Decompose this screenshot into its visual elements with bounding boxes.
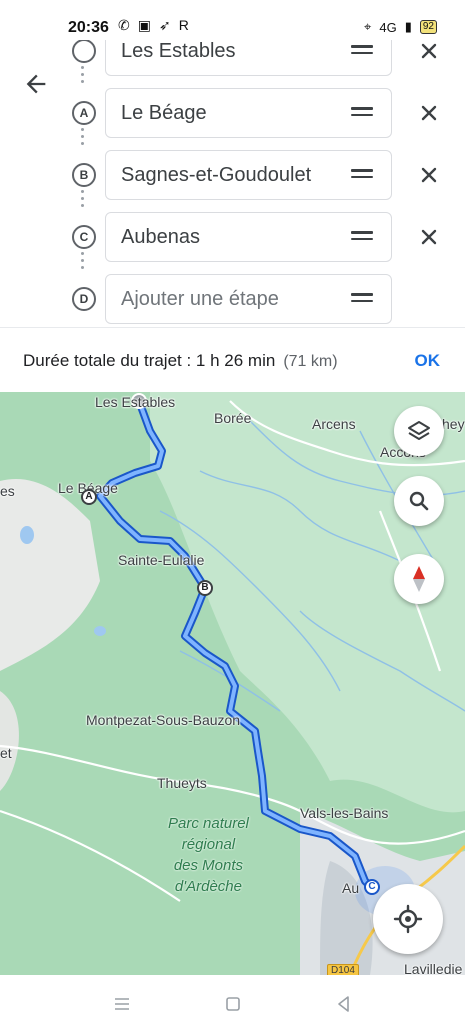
stop-row-b: B Sagnes-et-Goudoulet (0, 150, 465, 207)
place-es-partial: es (0, 483, 15, 499)
drag-handle-icon[interactable] (351, 293, 373, 305)
stop-row-a: A Le Béage (0, 88, 465, 145)
search-button[interactable] (394, 476, 444, 526)
whatsapp-icon: ✆ (118, 17, 130, 33)
stop-marker-origin (72, 40, 96, 63)
my-location-button[interactable] (373, 884, 443, 954)
route-marker-b[interactable]: B (197, 580, 213, 596)
my-location-icon (393, 904, 423, 934)
route-distance: (71 km) (283, 353, 338, 370)
close-icon[interactable] (418, 40, 440, 62)
close-icon[interactable] (418, 102, 440, 124)
stop-field[interactable]: Le Béage (105, 88, 392, 138)
stop-name: Aubenas (121, 226, 200, 248)
place-montpezat: Montpezat-Sous-Bauzon (86, 712, 241, 728)
place-sainte-eulalie: Sainte-Eulalie (118, 552, 205, 568)
connector-dots (81, 128, 84, 149)
stop-row-origin: Les Estables (0, 40, 465, 83)
place-arcens: Arcens (312, 416, 356, 432)
battery-icon: 92 (419, 20, 437, 34)
stop-name: Ajouter une étape (121, 288, 279, 310)
search-icon (409, 491, 429, 511)
close-icon[interactable] (418, 226, 440, 248)
connector-dots (81, 190, 84, 211)
stop-marker-b: B (72, 163, 96, 187)
drag-handle-icon[interactable] (351, 107, 373, 119)
home-icon[interactable] (222, 993, 244, 1015)
drag-handle-icon[interactable] (351, 231, 373, 243)
route-planner: Les Estables A Le Béage B Sagnes-et-Goudoule… (0, 40, 465, 327)
route-marker-c[interactable]: C (364, 879, 380, 895)
road-badge-d104: D104 (327, 964, 359, 975)
stop-field[interactable]: Les Estables (105, 40, 392, 76)
signal-icon: ▮ (404, 19, 412, 34)
connector-dots (81, 252, 84, 273)
place-thueyts: Thueyts (157, 775, 207, 791)
stop-marker-c: C (72, 225, 96, 249)
system-nav-bar (0, 975, 465, 1033)
place-vals-les-bains: Vals-les-Bains (300, 805, 389, 821)
back-nav-icon[interactable] (333, 993, 355, 1015)
drag-handle-icon[interactable] (351, 169, 373, 181)
stop-name: Sagnes-et-Goudoulet (121, 164, 312, 186)
drag-handle-icon[interactable] (351, 45, 373, 57)
location-icon: ⌖ (364, 19, 372, 34)
stop-row-d: D Ajouter une étape (0, 274, 465, 326)
place-et-partial: et (0, 745, 12, 761)
status-bar: 20:36 ✆ ▣ ➶ R ⌖ 4G ▮ 92 (0, 0, 465, 40)
stop-field[interactable]: Aubenas (105, 212, 392, 262)
network-type: 4G (379, 19, 397, 35)
stop-field[interactable]: Sagnes-et-Goudoulet (105, 150, 392, 200)
route-duration: Durée totale du trajet : 1 h 26 min (71 k… (23, 351, 338, 370)
route-summary: Durée totale du trajet : 1 h 26 min (71 k… (0, 327, 465, 392)
stop-name: Les Estables (121, 40, 236, 62)
place-hey-partial: hey (442, 416, 465, 432)
close-icon[interactable] (418, 164, 440, 186)
add-stop-field[interactable]: Ajouter une étape (105, 274, 392, 324)
connector-dots (81, 66, 84, 87)
ok-button[interactable]: OK (415, 351, 441, 371)
recents-icon[interactable] (111, 993, 133, 1015)
layers-button[interactable] (394, 406, 444, 456)
app-notification-icon: ▣ (137, 17, 151, 33)
status-time: 20:36 (68, 19, 109, 36)
stop-marker-d: D (72, 287, 96, 311)
stop-marker-a: A (72, 101, 96, 125)
r-app-icon: R (178, 17, 189, 33)
system-icons: ⌖ 4G ▮ 92 (364, 19, 437, 35)
park-label: Parc naturel régional des Monts d'Ardèch… (168, 815, 249, 895)
stop-name: Le Béage (121, 102, 207, 124)
layers-icon (408, 421, 430, 440)
place-lavilledieu: Lavilledie (404, 961, 463, 975)
place-aubenas: Au (342, 880, 360, 896)
map-view[interactable]: Les Estables Borée Arcens Accons hey es … (0, 391, 465, 975)
place-boree: Borée (214, 410, 252, 426)
compass-button[interactable] (394, 554, 444, 604)
compass-icon (413, 566, 425, 592)
notification-icons: ✆ ▣ ➶ R (118, 17, 189, 34)
place-les-estables: Les Estables (95, 394, 176, 410)
send-icon: ➶ (158, 17, 171, 33)
route-marker-a[interactable]: A (81, 489, 97, 505)
stop-row-c: C Aubenas (0, 212, 465, 269)
